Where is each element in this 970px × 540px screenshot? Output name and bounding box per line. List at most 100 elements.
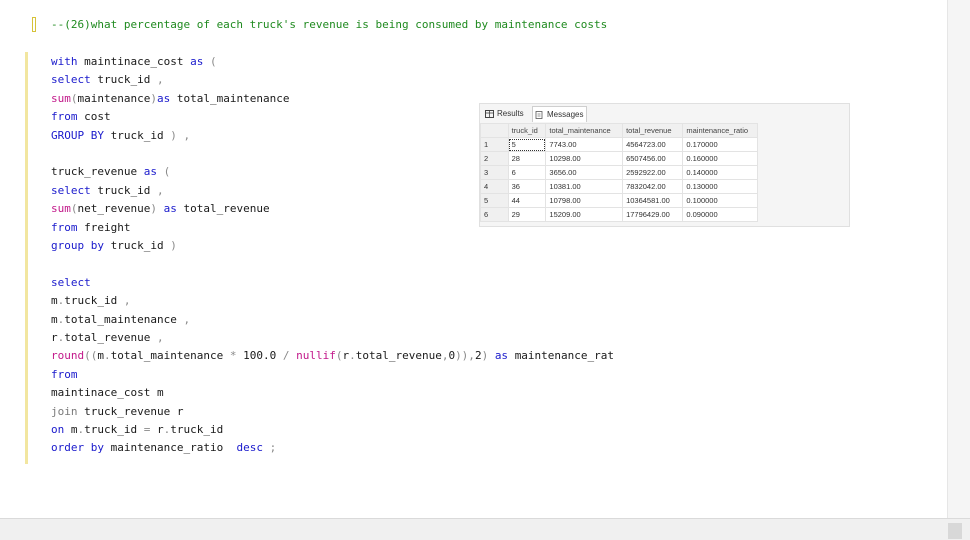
column-header[interactable]: maintenance_ratio (682, 123, 758, 138)
table-cell[interactable]: 7743.00 (545, 137, 624, 152)
table-cell[interactable]: 0.130000 (682, 179, 758, 194)
table-cell[interactable]: 0.160000 (682, 151, 758, 166)
table-cell[interactable]: 36 (507, 179, 547, 194)
table-cell[interactable]: 10364581.00 (622, 193, 684, 208)
code-token: from (51, 220, 85, 234)
row-number-header (480, 123, 509, 138)
code-token: / (282, 349, 297, 363)
code-line[interactable]: round((m.total_maintenance * 100.0 / nul… (51, 349, 614, 363)
code-line[interactable]: from cost (51, 110, 111, 124)
code-token: maintenance (77, 91, 151, 105)
code-token: . (349, 349, 356, 363)
table-cell[interactable]: 2592922.00 (622, 165, 684, 180)
code-line[interactable]: r.total_revenue , (51, 331, 164, 345)
table-cell[interactable]: 3656.00 (545, 165, 624, 180)
code-line[interactable]: join truck_revenue r (51, 405, 183, 419)
code-line[interactable]: from (51, 368, 78, 382)
code-line[interactable]: maintinace_cost m (51, 386, 164, 400)
row-number: 6 (480, 207, 509, 222)
code-token: truck_id (97, 73, 157, 87)
scrollbar-thumb[interactable] (948, 523, 962, 539)
column-header[interactable]: total_revenue (622, 123, 684, 138)
table-row[interactable]: 3 6 3656.00 2592922.00 0.140000 (480, 165, 758, 180)
table-cell[interactable]: 5 (507, 137, 547, 152)
column-header[interactable]: total_maintenance (545, 123, 624, 138)
code-line[interactable]: sum(net_revenue) as total_revenue (51, 202, 270, 216)
code-token: sum (51, 91, 71, 105)
code-line[interactable]: with maintinace_cost as ( (51, 55, 217, 69)
code-line[interactable]: m.truck_id , (51, 294, 130, 308)
code-line[interactable]: order by maintenance_ratio desc ; (51, 441, 276, 455)
code-line[interactable]: from freight (51, 221, 130, 235)
code-token: truck_id (110, 128, 171, 142)
code-line[interactable]: sum(maintenance)as total_maintenance (51, 92, 289, 106)
table-cell[interactable]: 6507456.00 (622, 151, 684, 166)
code-token: total_revenue (183, 202, 270, 216)
table-cell[interactable]: 17796429.00 (622, 207, 684, 222)
row-number: 5 (480, 193, 509, 208)
code-token: truck_id (110, 239, 171, 252)
table-row[interactable]: 6 29 15209.00 17796429.00 0.090000 (480, 207, 758, 222)
code-token: , (123, 294, 131, 308)
code-token: ) (481, 349, 495, 363)
table-cell[interactable]: 15209.00 (545, 207, 624, 222)
code-line[interactable]: GROUP BY truck_id ) , (51, 129, 190, 143)
code-token: with (51, 55, 85, 68)
code-token: (( (84, 349, 98, 363)
code-token: ) (170, 239, 177, 252)
results-grid[interactable]: truck_id total_maintenance total_revenue… (480, 123, 758, 222)
code-line[interactable]: select (51, 276, 91, 290)
sql-editor[interactable]: --(26)what percentage of each truck's re… (0, 0, 947, 518)
code-line[interactable]: on m.truck_id = r.truck_id (51, 423, 223, 437)
table-cell[interactable]: 0.090000 (682, 207, 758, 222)
vertical-scrollbar[interactable] (947, 0, 970, 518)
table-cell[interactable]: 7832042.00 (622, 179, 684, 194)
code-line[interactable]: select truck_id , (51, 73, 164, 87)
code-line[interactable]: m.total_maintenance , (51, 313, 190, 327)
table-cell[interactable]: 10298.00 (545, 151, 624, 166)
code-token: , (183, 312, 191, 326)
table-row[interactable]: 5 44 10798.00 10364581.00 0.100000 (480, 193, 758, 208)
table-cell[interactable]: 10381.00 (545, 179, 624, 194)
code-token: total_maintenance (176, 91, 290, 105)
code-token: , (156, 183, 164, 197)
code-token: total_revenue (64, 331, 157, 344)
table-cell[interactable]: 4564723.00 (622, 137, 684, 152)
horizontal-scrollbar[interactable] (0, 518, 970, 540)
table-cell[interactable]: 28 (507, 151, 547, 166)
table-cell[interactable]: 0.100000 (682, 193, 758, 208)
code-token: as (156, 91, 177, 105)
column-header[interactable]: truck_id (507, 123, 547, 138)
code-token: sum (51, 202, 71, 216)
table-cell[interactable]: 0.140000 (682, 165, 758, 180)
table-cell[interactable]: 10798.00 (545, 193, 624, 208)
table-cell[interactable]: 6 (507, 165, 547, 180)
tab-messages-label: Messages (547, 110, 584, 119)
grid-header-row: truck_id total_maintenance total_revenue… (480, 123, 758, 138)
code-token: order by (51, 441, 111, 455)
code-token: truck_id (84, 423, 144, 436)
code-line[interactable]: select truck_id , (51, 184, 164, 198)
results-pane: Results Messages truck_id total_maintena… (479, 103, 850, 227)
code-token: as (494, 349, 515, 363)
code-line[interactable]: group by truck_id ) (51, 239, 177, 253)
table-cell[interactable]: 29 (507, 207, 547, 222)
table-row[interactable]: 4 36 10381.00 7832042.00 0.130000 (480, 179, 758, 194)
table-cell[interactable]: 44 (507, 193, 547, 208)
tab-results-label: Results (497, 109, 524, 118)
code-token: ; (269, 441, 277, 455)
table-row[interactable]: 2 28 10298.00 6507456.00 0.160000 (480, 151, 758, 166)
tab-messages[interactable]: Messages (532, 106, 587, 122)
results-tabs: Results Messages (480, 104, 849, 122)
code-token: select (51, 275, 91, 289)
row-number: 2 (480, 151, 509, 166)
messages-icon (535, 111, 543, 119)
code-token: truck_id (97, 183, 157, 197)
code-token: m (51, 312, 58, 326)
table-cell[interactable]: 0.170000 (682, 137, 758, 152)
table-row[interactable]: 1 5 7743.00 4564723.00 0.170000 (480, 137, 758, 152)
code-token: on (51, 423, 71, 436)
code-line[interactable]: truck_revenue as ( (51, 165, 170, 179)
code-token: as (163, 202, 184, 216)
code-token: GROUP BY (51, 128, 111, 142)
